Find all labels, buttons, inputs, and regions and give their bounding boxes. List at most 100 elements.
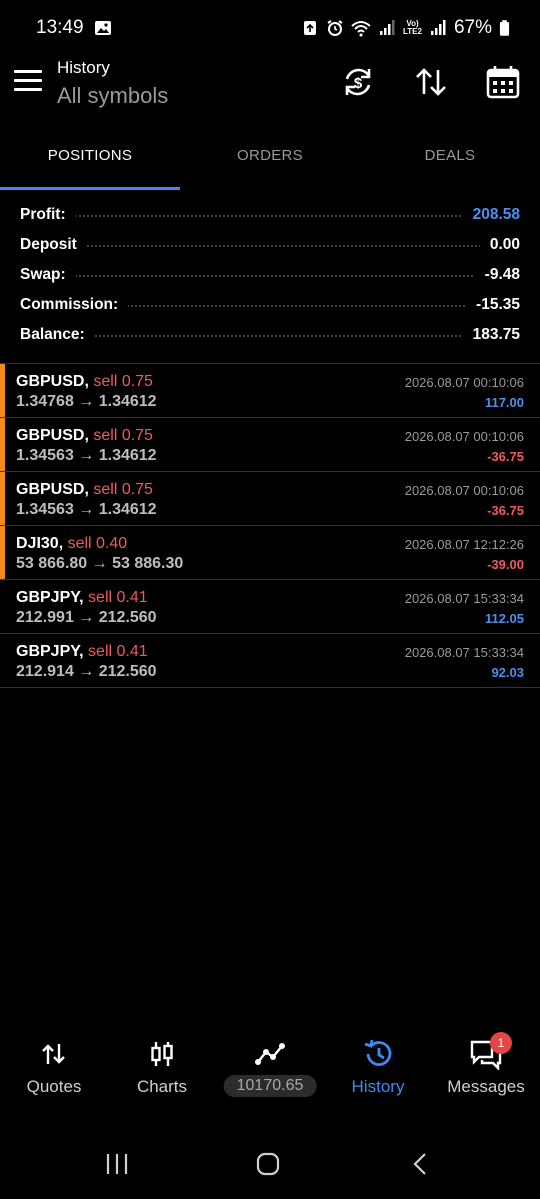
nav-history-label: History xyxy=(351,1077,405,1096)
symbol-filter[interactable]: All symbols xyxy=(57,83,168,109)
position-date: 2026.08.07 00:10:06 xyxy=(404,483,524,498)
list-item[interactable]: DJI30, sell 0.40 53 866.80 → 53 886.30 2… xyxy=(0,526,540,580)
page-title: History xyxy=(57,58,110,77)
list-item[interactable]: GBPJPY, sell 0.41 212.914 → 212.560 2026… xyxy=(0,634,540,688)
position-prices: 212.914 → 212.560 xyxy=(16,663,157,680)
position-side: sell 0.41 xyxy=(88,589,148,606)
nav-messages-label: Messages xyxy=(447,1077,525,1096)
list-item[interactable]: GBPJPY, sell 0.41 212.991 → 212.560 2026… xyxy=(0,580,540,634)
status-bar: 13:49 Vo) LTE2 67% xyxy=(0,0,540,56)
charts-icon xyxy=(151,1042,173,1066)
back-icon[interactable] xyxy=(408,1152,434,1176)
quotes-icon xyxy=(42,1044,65,1064)
summary-commission: Commission: -15.35 xyxy=(20,290,520,320)
list-item[interactable]: GBPUSD, sell 0.75 1.34563 → 1.34612 2026… xyxy=(0,418,540,472)
alarm-icon xyxy=(327,20,343,36)
sync-icon xyxy=(304,21,316,35)
position-date: 2026.08.07 15:33:34 xyxy=(404,591,524,606)
position-side: sell 0.75 xyxy=(93,481,153,498)
history-icon xyxy=(364,1039,392,1066)
position-date: 2026.08.07 00:10:06 xyxy=(404,375,524,390)
commission-label: Commission: xyxy=(20,296,129,314)
list-item[interactable]: GBPUSD, sell 0.75 1.34563 → 1.34612 2026… xyxy=(0,472,540,526)
position-side: sell 0.75 xyxy=(93,427,153,444)
signal-icon xyxy=(380,20,395,35)
currency-refresh-icon[interactable]: $ xyxy=(340,64,376,100)
profit-label: Profit: xyxy=(20,206,76,224)
position-date: 2026.08.07 00:10:06 xyxy=(404,429,524,444)
position-profit: 92.03 xyxy=(491,665,524,680)
battery-percent: 67% xyxy=(453,17,492,38)
svg-text:$: $ xyxy=(354,75,363,92)
summary-balance: Balance: 183.75 xyxy=(20,320,520,350)
bottom-nav: Quotes Charts 10170.65 History 1 Message… xyxy=(0,1030,540,1110)
tab-deals[interactable]: DEALS xyxy=(360,124,540,190)
position-side: sell 0.75 xyxy=(93,373,153,390)
nav-quotes[interactable]: Quotes xyxy=(0,1030,108,1110)
recent-apps-icon[interactable] xyxy=(104,1152,130,1176)
position-date: 2026.08.07 12:12:26 xyxy=(404,537,524,552)
position-side: sell 0.40 xyxy=(67,535,128,552)
balance-value: 183.75 xyxy=(462,326,520,344)
gallery-icon xyxy=(94,21,111,35)
position-prices: 1.34563 → 1.34612 xyxy=(16,447,157,464)
nav-trade[interactable]: 10170.65 xyxy=(216,1030,324,1110)
summary-profit: Profit: 208.58 xyxy=(20,200,520,230)
home-icon[interactable] xyxy=(255,1152,281,1176)
list-item[interactable]: GBPUSD, sell 0.75 1.34768 → 1.34612 2026… xyxy=(0,364,540,418)
nav-charts-label: Charts xyxy=(136,1077,188,1096)
balance-label: Balance: xyxy=(20,326,95,344)
nav-quotes-label: Quotes xyxy=(26,1077,82,1096)
commission-value: -15.35 xyxy=(466,296,520,314)
position-symbol: GBPJPY, xyxy=(16,589,84,606)
position-prices: 53 866.80 → 53 886.30 xyxy=(16,555,184,572)
swap-label: Swap: xyxy=(20,266,76,284)
position-symbol: DJI30, xyxy=(16,535,64,552)
app-bar: History All symbols $ xyxy=(0,56,540,124)
network-label: Vo) LTE2 xyxy=(403,19,422,36)
position-symbol: GBPJPY, xyxy=(16,643,84,660)
trade-icon xyxy=(255,1043,285,1065)
battery-icon xyxy=(499,20,510,36)
summary-deposit: Deposit 0.00 xyxy=(20,230,520,260)
position-marker xyxy=(0,418,5,471)
messages-badge: 1 xyxy=(490,1032,512,1054)
position-prices: 1.34563 → 1.34612 xyxy=(16,501,157,518)
menu-icon[interactable] xyxy=(14,70,44,96)
nav-charts[interactable]: Charts xyxy=(108,1030,216,1110)
deposit-value: 0.00 xyxy=(479,236,520,254)
position-symbol: GBPUSD, xyxy=(16,427,89,444)
trade-balance: 10170.65 xyxy=(223,1075,317,1097)
swap-value: -9.48 xyxy=(474,266,520,284)
status-time: 13:49 xyxy=(36,17,84,38)
summary-swap: Swap: -9.48 xyxy=(20,260,520,290)
sort-icon[interactable] xyxy=(413,64,449,100)
position-date: 2026.08.07 15:33:34 xyxy=(404,645,524,660)
position-profit: 112.05 xyxy=(484,611,524,626)
nav-messages[interactable]: 1 Messages xyxy=(432,1030,540,1110)
position-side: sell 0.41 xyxy=(88,643,148,660)
summary-panel: Profit: 208.58 Deposit 0.00 Swap: -9.48 … xyxy=(20,200,520,350)
tab-positions[interactable]: POSITIONS xyxy=(0,124,180,190)
position-profit: -39.00 xyxy=(487,557,524,572)
nav-history[interactable]: History xyxy=(324,1030,432,1110)
tab-indicator xyxy=(0,187,180,190)
position-marker xyxy=(0,472,5,525)
position-marker xyxy=(0,364,5,417)
position-symbol: GBPUSD, xyxy=(16,373,89,390)
tab-bar: POSITIONS ORDERS DEALS xyxy=(0,124,540,190)
position-profit: -36.75 xyxy=(487,503,524,518)
positions-list: GBPUSD, sell 0.75 1.34768 → 1.34612 2026… xyxy=(0,363,540,688)
position-symbol: GBPUSD, xyxy=(16,481,89,498)
profit-value: 208.58 xyxy=(462,206,520,224)
position-marker xyxy=(0,526,5,579)
signal-icon-2 xyxy=(430,20,446,35)
position-profit: -36.75 xyxy=(487,449,524,464)
position-prices: 1.34768 → 1.34612 xyxy=(16,393,157,410)
position-profit: 117.00 xyxy=(484,395,524,410)
calendar-icon[interactable] xyxy=(485,64,521,100)
system-nav xyxy=(0,1138,540,1194)
wifi-icon xyxy=(351,21,371,37)
deposit-label: Deposit xyxy=(20,236,87,254)
tab-orders[interactable]: ORDERS xyxy=(180,124,360,190)
